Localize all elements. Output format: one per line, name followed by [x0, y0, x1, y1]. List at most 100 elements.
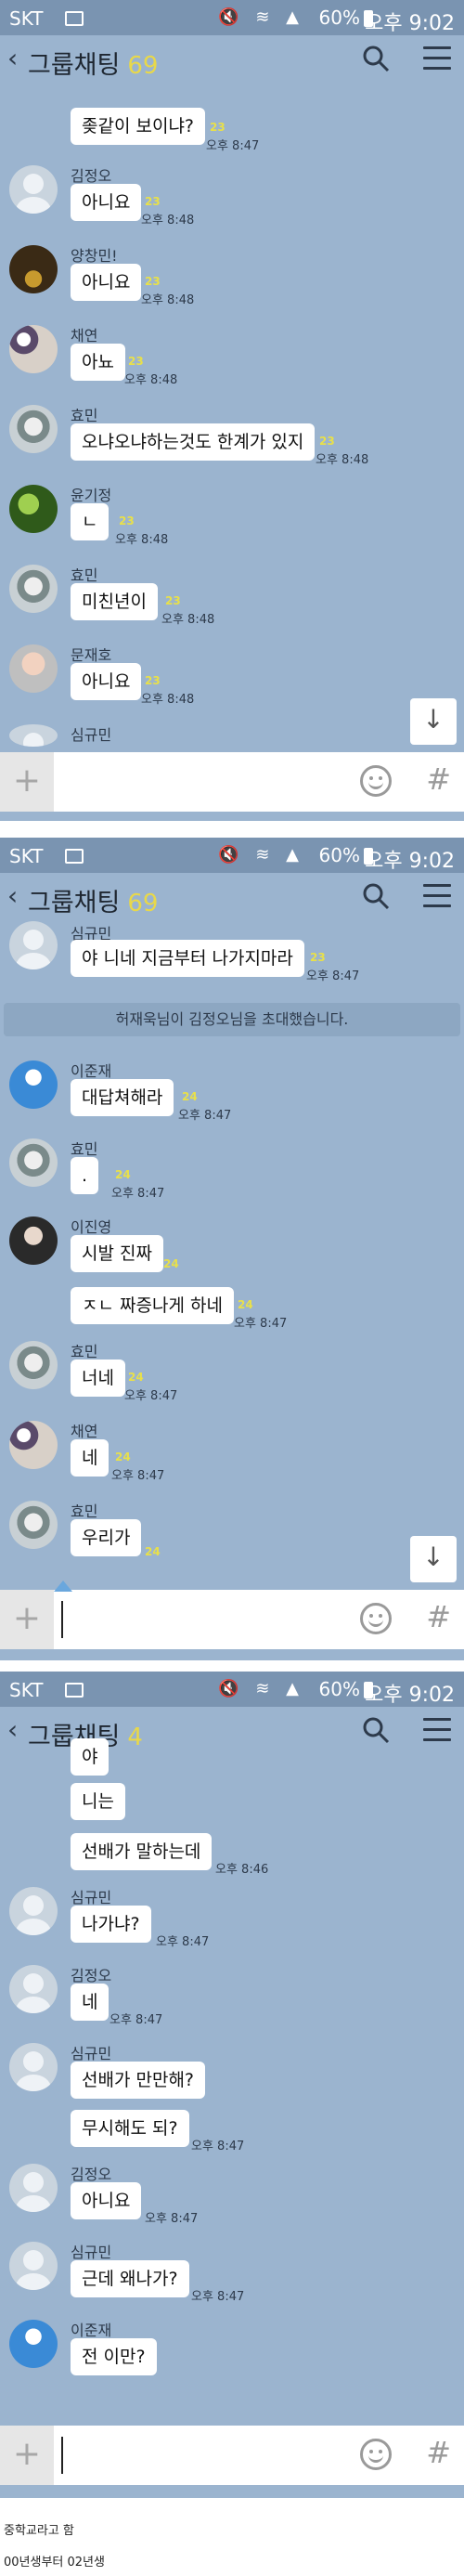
avatar[interactable]	[9, 485, 58, 533]
hash-icon[interactable]: #	[426, 761, 451, 797]
emoji-icon[interactable]	[360, 2439, 392, 2470]
chevron-left-icon[interactable]: ‹	[7, 880, 18, 911]
sender-name: 문재호	[71, 646, 112, 664]
message-time: 오후 8:47	[191, 2290, 245, 2304]
message-bubble[interactable]: 미친년이	[71, 583, 158, 620]
message-bubble[interactable]: 선배가 만만해?	[71, 2062, 206, 2099]
sender-name: 김정오	[71, 167, 112, 185]
message-bubble[interactable]: 선배가 말하는데	[71, 1833, 213, 1870]
message-bubble[interactable]: 좆같이 보이냐?	[71, 108, 206, 145]
message-bubble[interactable]: 야	[71, 1738, 110, 1776]
image-notification-icon	[65, 11, 84, 26]
message-bubble[interactable]: 아니요	[71, 663, 142, 700]
message-bubble[interactable]: 근데 왜나가?	[71, 2260, 189, 2297]
message-input[interactable]	[61, 2437, 63, 2474]
avatar[interactable]	[9, 1138, 58, 1187]
search-icon[interactable]	[362, 882, 390, 910]
avatar[interactable]	[9, 724, 58, 747]
sender-name: 이진영	[71, 1218, 112, 1236]
sender-name: 효민	[71, 1140, 98, 1158]
avatar[interactable]	[9, 405, 58, 453]
sender-name: 심규민	[71, 1889, 112, 1906]
message-bubble[interactable]: 아니요	[71, 2182, 142, 2219]
message-bubble[interactable]: 아니요	[71, 184, 142, 221]
avatar[interactable]	[9, 565, 58, 613]
avatar[interactable]	[9, 245, 58, 293]
system-notice: 허재욱님이 김정오님을 초대했습니다.	[4, 1003, 460, 1036]
battery-percent: 60%	[318, 1678, 360, 1700]
message-input-bar: + #	[0, 2426, 464, 2485]
message-bubble[interactable]: 야 니네 지금부터 나가지마라	[71, 940, 304, 977]
message-bubble[interactable]: 우리가	[71, 1519, 142, 1556]
avatar[interactable]	[9, 2242, 58, 2290]
menu-icon[interactable]	[423, 884, 451, 908]
message-bubble[interactable]: ㄴ	[71, 503, 110, 540]
chevron-left-icon[interactable]: ‹	[7, 1714, 18, 1745]
message-time: 오후 8:47	[124, 1389, 178, 1403]
sender-name: 채연	[71, 327, 98, 345]
message-bubble[interactable]: 아니요	[71, 264, 142, 301]
message-bubble[interactable]: 네	[71, 1439, 110, 1477]
chevron-left-icon[interactable]: ‹	[7, 43, 18, 73]
plus-icon[interactable]: +	[0, 2426, 54, 2485]
chat-header: ‹ 그룹채팅 4	[0, 1707, 464, 1755]
arrow-down-icon[interactable]: ↓	[410, 1536, 457, 1582]
message-bubble[interactable]: 너네	[71, 1360, 125, 1397]
message-time: 오후 8:47	[111, 1469, 165, 1483]
image-notification-icon	[65, 1683, 84, 1698]
emoji-icon[interactable]	[360, 1603, 392, 1634]
message-input-bar: + #	[0, 752, 464, 812]
hash-icon[interactable]: #	[426, 1599, 451, 1634]
avatar[interactable]	[9, 2043, 58, 2091]
menu-icon[interactable]	[423, 1718, 451, 1742]
unread-count: 24	[145, 1545, 161, 1558]
avatar[interactable]	[9, 1060, 58, 1109]
avatar[interactable]	[9, 2164, 58, 2212]
emoji-icon[interactable]	[360, 765, 392, 797]
avatar[interactable]	[9, 1965, 58, 2013]
message-bubble[interactable]: 무시해도 되?	[71, 2110, 189, 2147]
member-count: 69	[127, 890, 159, 917]
plus-icon[interactable]: +	[0, 1590, 54, 1649]
avatar[interactable]	[9, 644, 58, 693]
message-time: 오후 8:47	[206, 139, 260, 153]
avatar[interactable]	[9, 1216, 58, 1265]
caption-line-2: 00년생부터 02년생	[4, 2556, 105, 2569]
message-bubble[interactable]: 니는	[71, 1783, 125, 1820]
message-bubble[interactable]: ㅈㄴ 짜증나게 하네	[71, 1287, 234, 1324]
message-input[interactable]	[61, 1601, 63, 1638]
message-bubble[interactable]: 아뇨	[71, 344, 125, 381]
avatar[interactable]	[9, 325, 58, 373]
chat-header: ‹ 그룹채팅 69	[0, 873, 464, 921]
sender-name: 효민	[71, 1343, 98, 1360]
unread-count: 23	[119, 514, 135, 527]
text-caret-marker	[54, 1581, 72, 1592]
avatar[interactable]	[9, 165, 58, 214]
message-time: 오후 8:48	[115, 533, 169, 547]
status-time: 오후 9:02	[365, 850, 455, 873]
message-bubble[interactable]: 대답쳐해라	[71, 1079, 174, 1116]
hash-icon[interactable]: #	[426, 2435, 451, 2470]
message-bubble[interactable]: 전 이만?	[71, 2338, 157, 2375]
message-bubble[interactable]: 시발 진짜	[71, 1235, 163, 1272]
message-bubble[interactable]: .	[71, 1157, 99, 1194]
message-bubble[interactable]: 네	[71, 1984, 110, 2021]
avatar[interactable]	[9, 1501, 58, 1549]
message-time: 오후 8:47	[306, 969, 360, 983]
chat-title-text: 그룹채팅	[28, 889, 121, 917]
avatar[interactable]	[9, 1887, 58, 1935]
search-icon[interactable]	[362, 45, 390, 72]
message-bubble[interactable]: 오냐오냐하는것도 한계가 있지	[71, 423, 316, 461]
sender-name: 양창민!	[71, 247, 118, 265]
arrow-down-icon[interactable]: ↓	[410, 698, 457, 745]
chat-screen-1: SKT 🔇 ≋ ▲ 60% 오후 9:02 ‹ 그룹채팅 69 좆같이 보이냐? …	[0, 0, 464, 821]
avatar[interactable]	[9, 921, 58, 969]
sender-name: 효민	[71, 1503, 98, 1520]
plus-icon[interactable]: +	[0, 752, 54, 812]
message-bubble[interactable]: 나가냐?	[71, 1906, 151, 1943]
avatar[interactable]	[9, 1421, 58, 1469]
avatar[interactable]	[9, 1341, 58, 1389]
avatar[interactable]	[9, 2320, 58, 2368]
menu-icon[interactable]	[423, 46, 451, 71]
search-icon[interactable]	[362, 1716, 390, 1744]
